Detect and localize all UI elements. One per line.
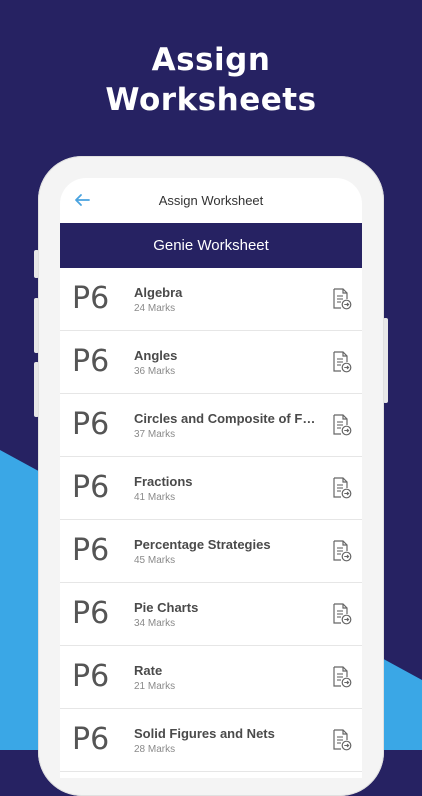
grade-label: P6 xyxy=(72,722,110,757)
banner-title: Genie Worksheet xyxy=(153,237,269,254)
worksheet-list: P6 Algebra 24 Marks P6 Angles 36 Marks P… xyxy=(60,268,362,772)
assign-document-icon[interactable] xyxy=(332,603,352,625)
assign-document-icon[interactable] xyxy=(332,540,352,562)
worksheet-row[interactable]: P6 Angles 36 Marks xyxy=(60,331,362,394)
worksheet-row[interactable]: P6 Solid Figures and Nets 28 Marks xyxy=(60,709,362,772)
worksheet-title: Algebra xyxy=(134,284,183,300)
worksheet-row[interactable]: P6 Percentage Strategies 45 Marks xyxy=(60,520,362,583)
worksheet-info: Angles 36 Marks xyxy=(134,348,362,377)
worksheet-row[interactable]: P6 Pie Charts 34 Marks xyxy=(60,583,362,646)
top-bar: Assign Worksheet xyxy=(60,178,362,223)
worksheet-info: Percentage Strategies 45 Marks xyxy=(134,537,362,566)
grade-label: P6 xyxy=(72,344,110,379)
page-title: Assign Worksheet xyxy=(158,193,264,208)
worksheet-row[interactable]: P6 Rate 21 Marks xyxy=(60,646,362,709)
worksheet-row[interactable]: P6 Circles and Composite of Fig... 37 Ma… xyxy=(60,394,362,457)
section-banner: Genie Worksheet xyxy=(60,223,362,268)
worksheet-title: Solid Figures and Nets xyxy=(134,725,275,741)
worksheet-row[interactable]: P6 Fractions 41 Marks xyxy=(60,457,362,520)
promo-headline: Assign Worksheets xyxy=(0,40,422,120)
assign-document-icon[interactable] xyxy=(332,414,352,436)
worksheet-info: Circles and Composite of Fig... 37 Marks xyxy=(134,411,362,440)
promo-line-2: Worksheets xyxy=(105,82,317,118)
grade-label: P6 xyxy=(72,596,110,631)
grade-label: P6 xyxy=(72,533,110,568)
worksheet-marks: 37 Marks xyxy=(134,428,176,440)
worksheet-title: Pie Charts xyxy=(134,599,199,615)
worksheet-marks: 21 Marks xyxy=(134,680,176,692)
worksheet-info: Solid Figures and Nets 28 Marks xyxy=(134,726,362,755)
worksheet-row[interactable]: P6 Algebra 24 Marks xyxy=(60,268,362,331)
worksheet-info: Algebra 24 Marks xyxy=(134,285,362,314)
worksheet-title: Fractions xyxy=(134,473,193,489)
worksheet-info: Fractions 41 Marks xyxy=(134,474,362,503)
worksheet-marks: 28 Marks xyxy=(134,743,176,755)
grade-label: P6 xyxy=(72,659,110,694)
worksheet-marks: 34 Marks xyxy=(134,617,176,629)
worksheet-title: Rate xyxy=(134,662,163,678)
worksheet-marks: 45 Marks xyxy=(134,554,176,566)
worksheet-info: Pie Charts 34 Marks xyxy=(134,600,362,629)
worksheet-marks: 36 Marks xyxy=(134,365,176,377)
worksheet-title: Circles and Composite of Fig... xyxy=(134,410,318,426)
worksheet-title: Angles xyxy=(134,347,178,363)
worksheet-title: Percentage Strategies xyxy=(134,536,271,552)
worksheet-info: Rate 21 Marks xyxy=(134,663,362,692)
promo-line-1: Assign xyxy=(151,42,271,78)
back-arrow-icon[interactable] xyxy=(74,192,90,208)
assign-document-icon[interactable] xyxy=(332,351,352,373)
grade-label: P6 xyxy=(72,407,110,442)
assign-document-icon[interactable] xyxy=(332,666,352,688)
app-screen: Assign Worksheet Genie Worksheet P6 Alge… xyxy=(60,178,362,778)
assign-document-icon[interactable] xyxy=(332,288,352,310)
grade-label: P6 xyxy=(72,470,110,505)
assign-document-icon[interactable] xyxy=(332,729,352,751)
assign-document-icon[interactable] xyxy=(332,477,352,499)
worksheet-marks: 41 Marks xyxy=(134,491,176,503)
grade-label: P6 xyxy=(72,281,110,316)
worksheet-marks: 24 Marks xyxy=(134,302,176,314)
